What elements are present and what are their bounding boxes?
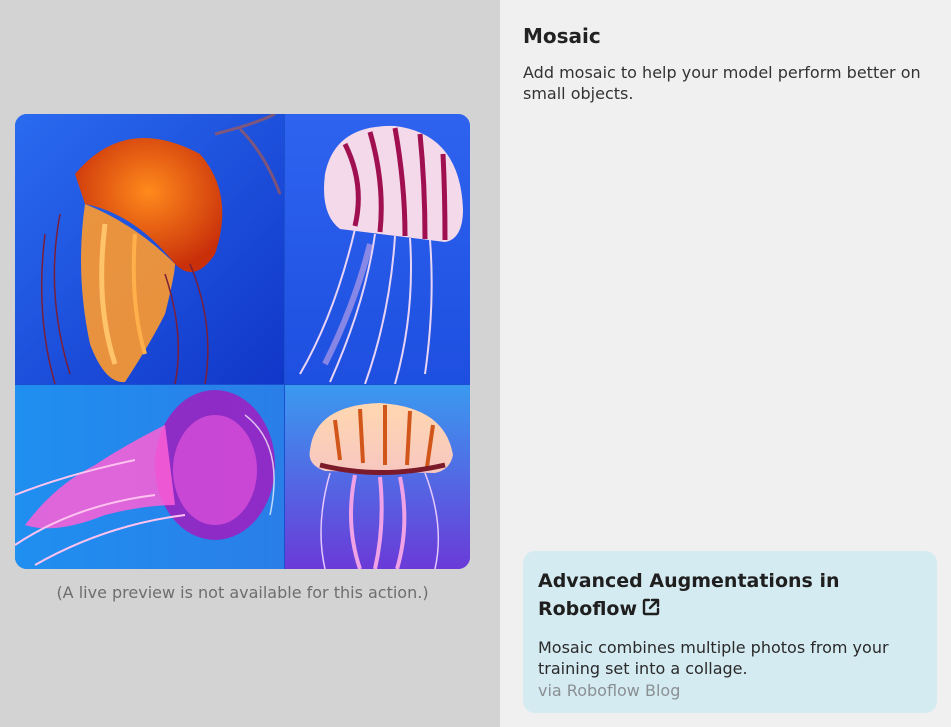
- augmentation-description: Add mosaic to help your model perform be…: [523, 63, 921, 103]
- blog-link-title: Advanced Augmentations in Roboflow: [538, 570, 840, 620]
- preview-pane: (A live preview is not available for thi…: [0, 0, 500, 727]
- mosaic-preview-image: [15, 114, 470, 569]
- jellyfish-magenta-tile: [15, 385, 284, 569]
- preview-unavailable-caption: (A live preview is not available for thi…: [56, 583, 429, 602]
- jellyfish-orange-tile: [15, 114, 284, 384]
- blog-card-body: Mosaic combines multiple photos from you…: [538, 638, 889, 678]
- augmentation-details-pane: Mosaic Add mosaic to help your model per…: [500, 0, 951, 727]
- blog-info-card: Advanced Augmentations in Roboflow Mosai…: [523, 551, 937, 713]
- jellyfish-striped-tile: [285, 114, 470, 384]
- external-link-icon: [641, 597, 661, 625]
- augmentation-title: Mosaic: [523, 24, 601, 48]
- blog-card-source: via Roboflow Blog: [538, 681, 681, 700]
- jellyfish-capped-tile: [285, 385, 470, 569]
- blog-link[interactable]: Advanced Augmentations in Roboflow: [538, 567, 923, 625]
